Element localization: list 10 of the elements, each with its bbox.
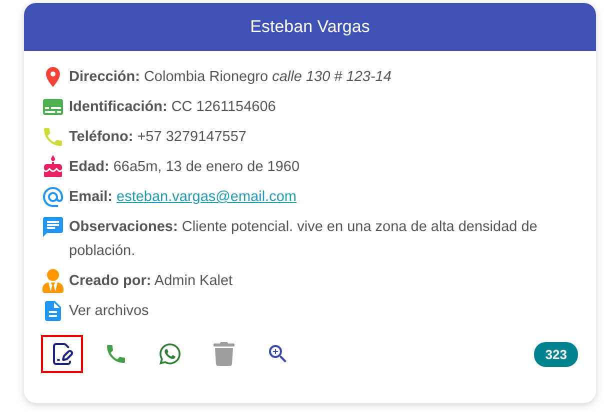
field-text: Dirección: Colombia Rionegro calle 130 # 123-14 bbox=[69, 68, 392, 87]
field-text: Observaciones: Cliente potencial. vive en una zona de alta densidad de población. bbox=[69, 218, 538, 261]
field-text: Edad: 66a5m, 13 de enero de 1960 bbox=[69, 158, 300, 177]
card-title: Esteban Vargas bbox=[250, 17, 370, 37]
field-text: Creado por: Admin Kalet bbox=[69, 272, 233, 291]
field-text: Identificación: CC 1261154606 bbox=[69, 98, 276, 117]
count-badge: 323 bbox=[534, 342, 578, 366]
files-link[interactable]: Ver archivos bbox=[69, 299, 149, 323]
field-label: Email: bbox=[69, 188, 113, 207]
field-text: Teléfono: +57 3279147557 bbox=[69, 128, 246, 147]
